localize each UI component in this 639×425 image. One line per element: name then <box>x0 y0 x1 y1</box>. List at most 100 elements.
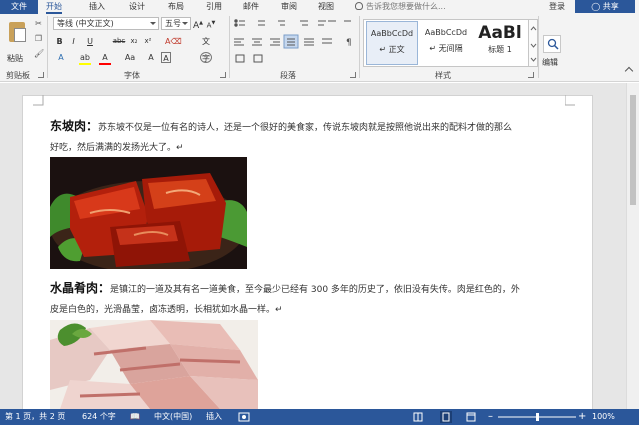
dongpo-pork-image[interactable] <box>50 157 247 269</box>
pilcrow-icon: ¶ <box>346 38 352 48</box>
text-effects-icon[interactable]: A <box>55 52 67 63</box>
crop-mark-left <box>33 95 44 106</box>
paragraph-dongpo[interactable]: 东坡肉：苏东坡不仅是一位有名的诗人，还是一个很好的美食家，传说东坡肉就是按照他说… <box>50 116 570 158</box>
styles-gallery: AaBbCcDd ↵ 正文 AaBbCcDd ↵ 无间隔 AaBl 标题 1 <box>363 19 529 67</box>
macro-record-icon[interactable] <box>238 412 250 422</box>
font-size-select[interactable]: 五号 <box>161 17 191 30</box>
char-shading-icon[interactable]: A <box>146 52 156 63</box>
font-color-icon[interactable]: A <box>99 52 111 63</box>
zoom-slider[interactable] <box>498 412 576 422</box>
crystal-pork-image[interactable] <box>50 320 258 409</box>
zoom-out-icon[interactable]: – <box>488 409 493 425</box>
person-icon: ◯ <box>591 2 603 11</box>
status-language[interactable]: 中文(中国) <box>154 409 192 425</box>
read-mode-icon[interactable] <box>413 412 423 422</box>
crop-mark-right <box>565 95 575 106</box>
proofing-icon[interactable]: 📖 <box>130 409 140 425</box>
shuijing-text-cont: 皮是白色的，光滑晶莹，卤冻透明，长相犹如水晶一样。↵ <box>50 305 283 315</box>
zoom-level[interactable]: 100% <box>592 409 615 425</box>
paste-label: 粘贴 <box>7 54 23 63</box>
tab-layout[interactable]: 布局 <box>168 0 184 14</box>
paragraph-controls: ¶ <box>234 19 352 63</box>
font-name-select[interactable]: 等线 (中文正文) <box>53 17 159 30</box>
tab-view[interactable]: 视图 <box>318 0 334 14</box>
shuijing-text: 是镇江的一道及其有名一道美食，至今最少已经有 300 多年的历史了，依旧没有失传… <box>110 285 520 295</box>
dongpo-text: 苏东坡不仅是一位有名的诗人，还是一个很好的美食家，传说东坡肉就是按照他说出来的配… <box>98 123 513 133</box>
web-layout-icon[interactable] <box>466 412 476 422</box>
paragraph-group-label: 段落 <box>280 71 296 80</box>
phonetic-guide-icon[interactable]: 文 <box>200 36 212 47</box>
format-painter-icon[interactable]: 🖌 <box>34 49 44 58</box>
grow-font-icon[interactable]: A▲ <box>193 18 203 31</box>
more-styles-icon <box>530 57 537 62</box>
clipboard-launcher-icon[interactable] <box>38 72 44 78</box>
highlight-icon[interactable]: ab <box>79 52 91 63</box>
dongpo-title: 东坡肉： <box>50 119 99 133</box>
borders-icon <box>253 54 263 63</box>
font-name-value: 等线 (中文正文) <box>57 19 114 28</box>
print-layout-icon[interactable] <box>440 411 452 423</box>
tab-review[interactable]: 审阅 <box>281 0 297 14</box>
paragraph-launcher-icon[interactable] <box>350 72 356 78</box>
enclose-char-icon[interactable]: 字 <box>200 52 212 63</box>
styles-launcher-icon[interactable] <box>528 72 534 78</box>
bullets-icon <box>234 19 238 23</box>
shading-icon <box>235 54 245 63</box>
tell-me-text: 告诉我您想要做什么... <box>366 2 446 11</box>
font-launcher-icon[interactable] <box>220 72 226 78</box>
chevron-down-icon <box>150 22 156 25</box>
font-size-value: 五号 <box>165 19 181 28</box>
tab-mailings[interactable]: 邮件 <box>243 0 259 14</box>
vertical-scrollbar[interactable] <box>626 83 639 409</box>
font-group-label: 字体 <box>124 71 140 80</box>
italic-button[interactable]: I <box>69 36 78 47</box>
scroll-thumb[interactable] <box>630 95 636 205</box>
tab-references[interactable]: 引用 <box>206 0 222 14</box>
editing-label[interactable]: 编辑 <box>542 57 558 68</box>
cut-icon[interactable]: ✂ <box>34 19 43 28</box>
status-page[interactable]: 第 1 页，共 2 页 <box>5 409 65 425</box>
strikethrough-button[interactable]: abc <box>112 36 126 47</box>
subscript-button[interactable]: x₂ <box>129 36 139 47</box>
char-border-icon[interactable]: A <box>161 52 171 63</box>
find-icon[interactable] <box>543 35 561 53</box>
tell-me-box[interactable]: 告诉我您想要做什么... <box>355 0 446 14</box>
collapse-ribbon-icon[interactable] <box>624 66 634 76</box>
style-heading-1[interactable]: AaBl 标题 1 <box>474 21 526 65</box>
chevron-up-icon <box>530 26 537 31</box>
style-no-spacing[interactable]: AaBbCcDd ↵ 无间隔 <box>420 21 472 65</box>
tab-home[interactable]: 开始 <box>46 0 62 14</box>
styles-group-label: 样式 <box>435 71 451 80</box>
share-button[interactable]: ◯ 共享 <box>575 0 635 13</box>
clipboard-group-label: 剪贴板 <box>6 71 30 80</box>
word-window: 文件 开始 插入 设计 布局 引用 邮件 审阅 视图 告诉我您想要做什么... … <box>0 0 639 425</box>
status-words[interactable]: 624 个字 <box>82 409 116 425</box>
status-insert-mode[interactable]: 插入 <box>206 409 222 425</box>
superscript-button[interactable]: x² <box>143 36 153 47</box>
ribbon-home: 粘贴 ✂ ❐ 🖌 剪贴板 等线 (中文正文) 五号 A▲ A▼ B I U ab… <box>0 14 639 82</box>
shuijing-title: 水晶肴肉： <box>50 281 111 295</box>
dongpo-text-cont: 好吃，然后满满的发扬光大了。↵ <box>50 143 184 153</box>
shrink-font-icon[interactable]: A▼ <box>206 18 216 29</box>
chevron-down-icon <box>530 43 537 48</box>
paste-button[interactable] <box>6 19 28 49</box>
tab-insert[interactable]: 插入 <box>89 0 105 14</box>
zoom-in-icon[interactable]: + <box>578 409 586 425</box>
zoom-slider-thumb[interactable] <box>536 413 539 421</box>
login-link[interactable]: 登录 <box>549 0 565 14</box>
underline-button[interactable]: U <box>84 36 96 47</box>
chevron-down-icon <box>182 22 188 25</box>
styles-scroll[interactable] <box>529 19 538 67</box>
clear-format-icon[interactable]: A⌫ <box>165 36 182 47</box>
status-bar: 第 1 页，共 2 页 624 个字 📖 中文(中国) 插入 – + 100% <box>0 409 639 425</box>
tab-design[interactable]: 设计 <box>129 0 145 14</box>
paragraph-shuijing[interactable]: 水晶肴肉：是镇江的一道及其有名一道美食，至今最少已经有 300 多年的历史了，依… <box>50 278 570 320</box>
share-label: 共享 <box>602 2 619 11</box>
copy-icon[interactable]: ❐ <box>34 34 43 43</box>
ribbon-tab-bar: 文件 开始 插入 设计 布局 引用 邮件 审阅 视图 告诉我您想要做什么... … <box>0 0 639 14</box>
bold-button[interactable]: B <box>55 36 64 47</box>
tab-file[interactable]: 文件 <box>0 0 38 14</box>
change-case-icon[interactable]: Aa <box>124 52 136 63</box>
style-normal[interactable]: AaBbCcDd ↵ 正文 <box>366 21 418 65</box>
lightbulb-icon <box>355 2 363 10</box>
